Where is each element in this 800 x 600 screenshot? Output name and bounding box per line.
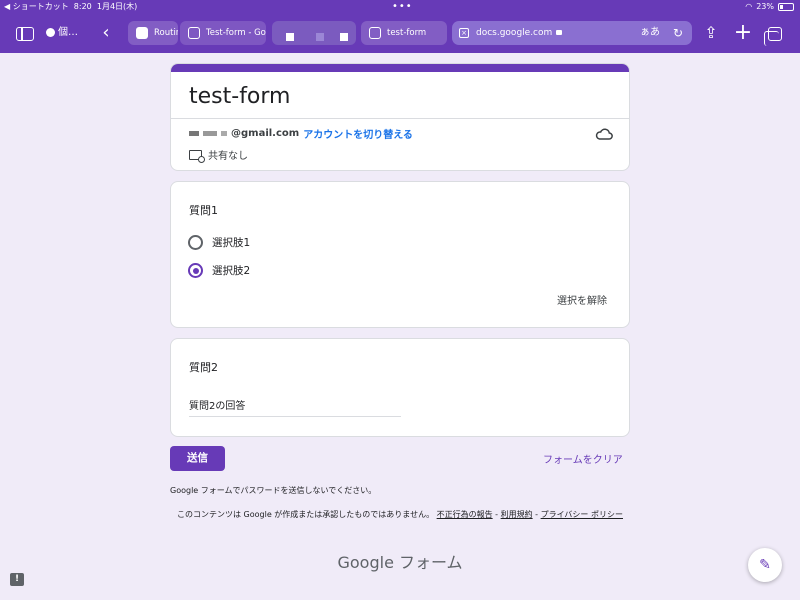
submit-button[interactable]: 送信	[170, 446, 225, 471]
terms-link[interactable]: 利用規約	[501, 510, 533, 519]
tab-label: Test-form - Go	[206, 28, 266, 38]
lock-icon	[556, 30, 563, 35]
footer-separator: -	[532, 510, 541, 519]
tab-redacted[interactable]	[272, 21, 356, 45]
new-tab-plus-icon[interactable]: +	[732, 16, 754, 50]
redacted-email-part	[203, 131, 217, 136]
share-icon[interactable]: ⇪	[700, 16, 722, 50]
question-card-2: 質問2 質問2の回答	[170, 338, 630, 437]
address-text: docs.google.com	[476, 28, 553, 38]
privacy-policy-link[interactable]: プライバシー ポリシー	[541, 510, 623, 519]
clear-selection-button[interactable]: 選択を解除	[557, 292, 607, 307]
email-not-shared-icon	[189, 149, 205, 163]
redacted-email-part	[221, 131, 227, 136]
question-card-1: 質問1 選択肢1 選択肢2 選択を解除	[170, 181, 630, 328]
redacted-email-part	[189, 131, 199, 136]
tab-label: Routine	[154, 28, 178, 38]
tab-overview-icon[interactable]	[764, 16, 786, 50]
profile-label: 個…	[58, 27, 78, 38]
profile-button[interactable]: 個…	[46, 16, 78, 50]
battery-icon	[778, 3, 794, 11]
option-label: 選択肢1	[212, 237, 251, 249]
forms-favicon-icon	[369, 27, 381, 39]
cloud-saved-icon	[595, 128, 613, 140]
disclaimer: このコンテンツは Google が作成または承認したものではありません。 不正行…	[170, 508, 630, 522]
question-title: 質問1	[189, 204, 218, 217]
reader-kana-button[interactable]: ぁあ	[640, 21, 660, 45]
header-accent-bar	[171, 64, 629, 72]
disclaimer-text: このコンテンツは Google が作成または承認したものではありません。	[177, 510, 435, 519]
switch-account-link[interactable]: アカウントを切り替える	[303, 126, 413, 141]
radio-checked-icon[interactable]	[188, 263, 203, 278]
forms-favicon-icon	[188, 27, 200, 39]
password-warning: Google フォームでパスワードを送信しないでください。	[170, 486, 377, 495]
tab-test-form-google[interactable]: Test-form - Go	[180, 21, 266, 45]
form-title: test-form	[189, 84, 291, 109]
google-forms-logo[interactable]: Google フォーム	[0, 549, 800, 573]
status-time: 8:20	[73, 2, 92, 11]
option-label: 選択肢2	[212, 265, 251, 277]
status-date: 1月4日(木)	[96, 2, 138, 11]
edit-pencil-icon[interactable]: ✎	[748, 548, 782, 582]
account-row: @gmail.com アカウントを切り替える	[189, 126, 413, 141]
radio-unchecked-icon[interactable]	[188, 235, 203, 250]
status-right: ◠ 23%	[745, 0, 794, 14]
multitask-dots-icon[interactable]: •••	[392, 0, 413, 14]
share-status-row: 共有なし	[189, 147, 248, 163]
sidebar-toggle-icon[interactable]	[14, 16, 36, 50]
tab-routine[interactable]: Routine	[128, 21, 178, 45]
shortcut-back-link[interactable]: ◀ ショートカット	[4, 2, 69, 11]
short-answer-input[interactable]: 質問2の回答	[189, 397, 401, 417]
tab-label: test-form	[387, 28, 427, 38]
battery-percent: 23%	[756, 2, 774, 11]
browser-chrome: ◀ ショートカット 8:20 1月4日(木) ••• ◠ 23% 個… ‹ Ro…	[0, 0, 800, 53]
share-status-text: 共有なし	[208, 151, 248, 162]
radio-option-2[interactable]: 選択肢2	[188, 263, 250, 278]
status-bar: ◀ ショートカット 8:20 1月4日(木) ••• ◠ 23%	[0, 0, 800, 14]
tab-test-form[interactable]: test-form	[361, 21, 447, 45]
form-header-card: test-form @gmail.com アカウントを切り替える 共有なし	[170, 63, 630, 171]
header-divider	[171, 118, 629, 119]
report-issue-icon[interactable]: !	[10, 573, 24, 586]
back-arrow-icon[interactable]: ‹	[96, 16, 116, 50]
status-left: ◀ ショートカット 8:20 1月4日(木)	[4, 0, 137, 14]
browser-toolbar: 個… ‹ Routine Test-form - Go test-form × …	[0, 16, 800, 50]
radio-option-1[interactable]: 選択肢1	[188, 235, 250, 250]
account-email: @gmail.com	[231, 128, 300, 139]
footer-separator: -	[492, 510, 501, 519]
wifi-icon: ◠	[745, 2, 753, 11]
question-title: 質問2	[189, 361, 218, 374]
close-tab-icon[interactable]: ×	[459, 28, 469, 38]
address-bar[interactable]: × docs.google.com ぁあ ↻	[452, 21, 692, 45]
reload-icon[interactable]: ↻	[673, 21, 683, 45]
person-icon	[46, 27, 55, 37]
report-abuse-link[interactable]: 不正行為の報告	[437, 510, 493, 519]
clear-form-button[interactable]: フォームをクリア	[543, 451, 623, 466]
routine-favicon-icon	[136, 27, 148, 39]
